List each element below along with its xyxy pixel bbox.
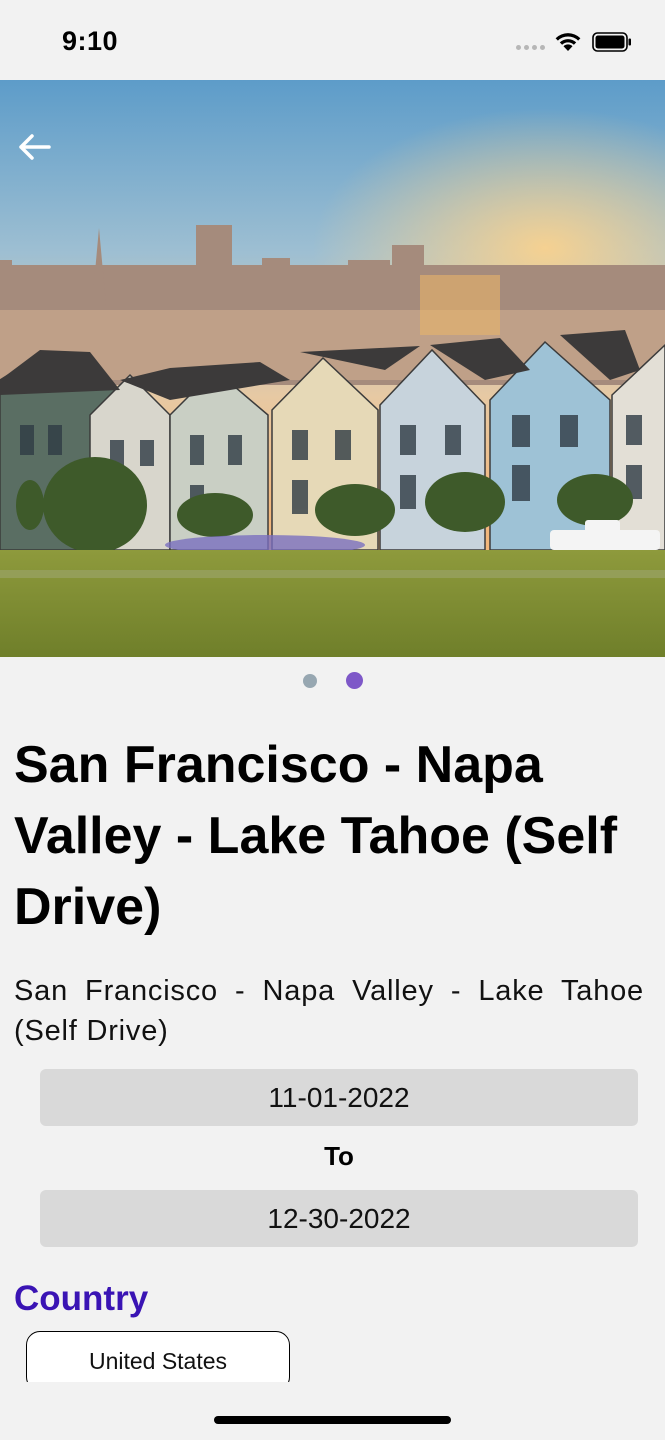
- painted-ladies-illustration: [0, 80, 665, 657]
- carousel-indicator: [0, 672, 665, 692]
- bottom-safe-area: [0, 1382, 665, 1440]
- start-date-field[interactable]: 11-01-2022: [40, 1069, 638, 1126]
- home-indicator[interactable]: [214, 1416, 451, 1424]
- destination-photo: [0, 80, 665, 657]
- package-title: San Francisco - Napa Valley - Lake Tahoe…: [14, 736, 618, 936]
- date-separator-label: To: [324, 1141, 354, 1171]
- carousel-dot-1[interactable]: [303, 674, 317, 688]
- country-heading: Country: [14, 1279, 149, 1318]
- end-date-field[interactable]: 12-30-2022: [40, 1190, 638, 1247]
- back-arrow-icon[interactable]: [16, 132, 52, 162]
- status-time: 9:10: [62, 26, 119, 56]
- carousel-dot-2-active[interactable]: [346, 672, 363, 689]
- battery-icon: [592, 32, 631, 52]
- package-description: San Francisco - Napa Valley - Lake Tahoe…: [14, 975, 644, 1047]
- signal-icon: [516, 38, 546, 50]
- wifi-icon: [555, 33, 581, 51]
- status-bar: 9:10: [0, 0, 665, 80]
